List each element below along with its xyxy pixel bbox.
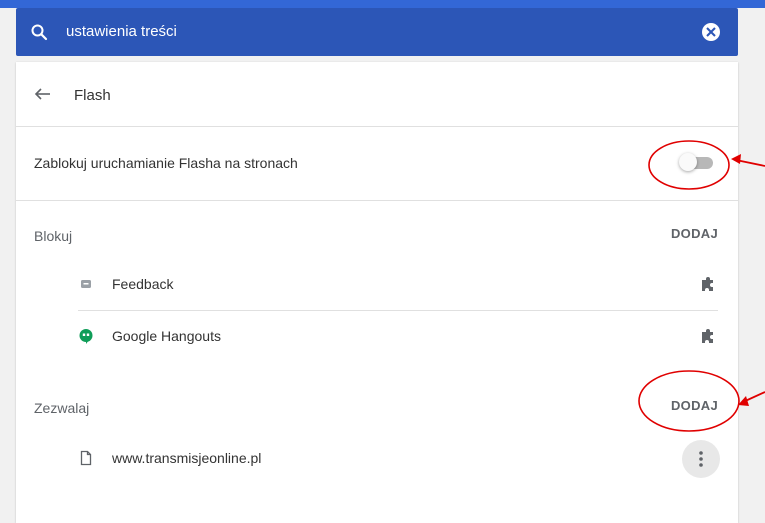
search-bar[interactable]: ustawienia treści [16,8,738,56]
block-section-label: Blokuj [34,228,73,244]
search-icon [30,23,48,41]
list-item: Feedback [78,258,718,311]
block-flash-toggle[interactable] [679,153,715,171]
page-header: Flash [16,62,738,127]
puzzle-extension-icon [698,274,718,294]
block-add-button[interactable]: DODAJ [671,226,718,241]
settings-card: Flash Zablokuj uruchamianie Flasha na st… [16,62,738,523]
page-title: Flash [74,87,111,104]
more-actions-button[interactable] [682,440,720,478]
more-vert-icon [699,451,703,467]
clear-search-button[interactable] [702,23,720,41]
arrow-back-icon [34,88,50,100]
header-bar [0,0,765,8]
puzzle-extension-icon [698,326,718,346]
feedback-extension-icon [78,276,94,292]
allow-section-label: Zezwalaj [34,400,90,416]
site-name: Google Hangouts [112,328,221,344]
block-flash-row: Zablokuj uruchamianie Flasha na stronach [16,126,738,201]
block-flash-label: Zablokuj uruchamianie Flasha na stronach [34,155,298,171]
allow-add-button[interactable]: DODAJ [671,398,718,413]
file-icon [78,450,94,466]
toggle-knob [679,153,697,171]
annotation-arrowhead [738,396,749,406]
annotation-arrow [735,159,765,167]
annotation-arrow [742,391,765,403]
back-button[interactable] [32,84,56,104]
hangouts-icon [78,328,94,344]
list-item: www.transmisjeonline.pl [78,432,720,484]
list-item: Google Hangouts [78,310,718,362]
site-name: Feedback [112,276,174,292]
close-icon [706,27,716,37]
search-input[interactable]: ustawienia treści [66,23,177,40]
site-name: www.transmisjeonline.pl [112,450,262,466]
